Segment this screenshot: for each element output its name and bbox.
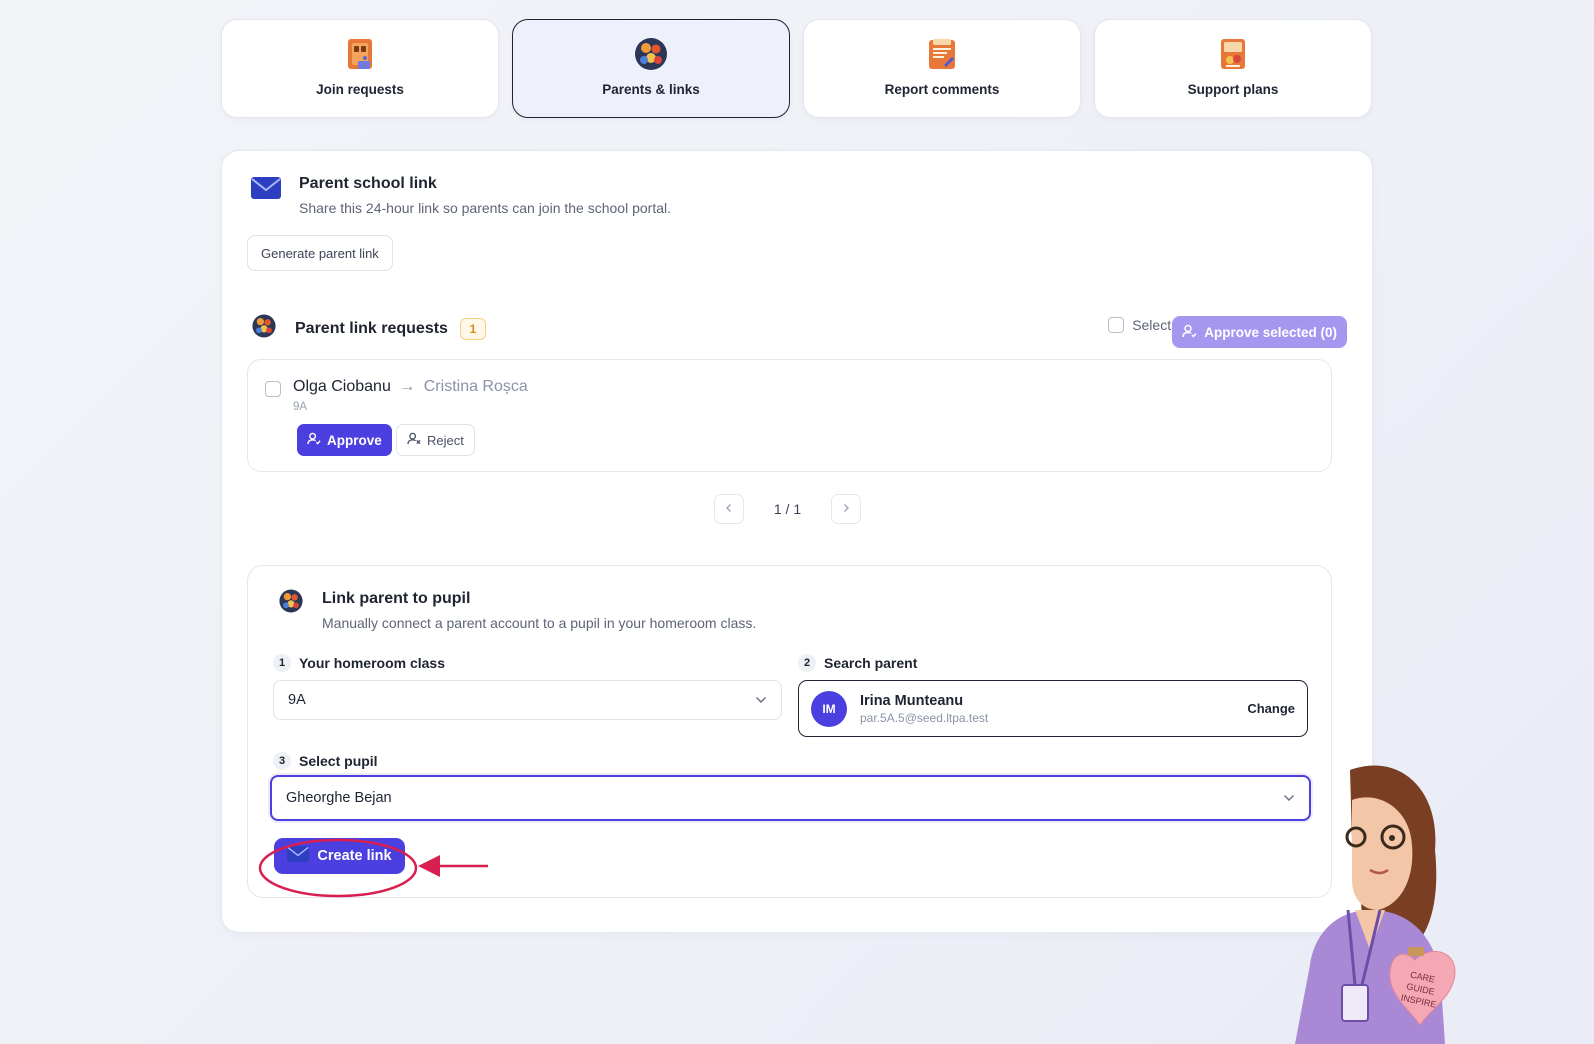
tab-parents-links[interactable]: Parents & links	[512, 19, 790, 118]
family-icon	[251, 313, 277, 344]
approve-selected-button[interactable]: Approve selected (0)	[1172, 316, 1347, 348]
user-x-icon	[407, 432, 421, 448]
link-parent-title: Link parent to pupil	[322, 590, 471, 607]
teacher-mascot-illustration: CARE GUIDE INSPIRE	[1295, 765, 1456, 1044]
pupil-select[interactable]: Gheorghe Bejan	[270, 775, 1311, 821]
step-label-text: Your homeroom class	[299, 655, 446, 671]
select-all-checkbox[interactable]	[1108, 317, 1125, 333]
approve-selected-label: Approve selected (0)	[1204, 324, 1337, 340]
page: Join requests Parents & links Report com…	[0, 0, 1594, 1044]
tab-label: Join requests	[316, 82, 404, 97]
parent-request-item: Olga Ciobanu → Cristina Roșca 9A Approve	[247, 359, 1332, 472]
avatar: IM	[811, 690, 847, 727]
envelope-icon	[251, 177, 281, 204]
school-link-header: Parent school link Share this 24-hour li…	[251, 175, 671, 216]
link-parent-subtitle: Manually connect a parent account to a p…	[322, 615, 757, 631]
tab-label: Parents & links	[602, 82, 700, 97]
step-number: 1	[273, 654, 291, 672]
link-parent-header: Link parent to pupil Manually connect a …	[278, 588, 757, 631]
reject-button[interactable]: Reject	[396, 424, 475, 456]
chevron-left-icon	[724, 500, 734, 518]
request-class: 9A	[293, 401, 308, 413]
pagination: 1 / 1	[714, 494, 861, 524]
step3-label: 3 Select pupil	[273, 752, 378, 770]
school-link-subtitle: Share this 24-hour link so parents can j…	[299, 200, 671, 216]
generate-parent-link-button[interactable]: Generate parent link	[247, 235, 393, 271]
tab-bar: Join requests Parents & links Report com…	[221, 19, 1372, 118]
chevron-right-icon	[841, 500, 851, 518]
tab-label: Support plans	[1187, 82, 1279, 97]
parent-name: Irina Munteanu	[860, 692, 964, 709]
request-parent-name: Olga Ciobanu	[293, 378, 391, 395]
link-parent-card: Link parent to pupil Manually connect a …	[247, 565, 1332, 898]
next-page-button[interactable]	[831, 494, 861, 524]
step-label-text: Search parent	[824, 655, 918, 671]
request-pupil-name: Cristina Roșca	[423, 378, 528, 395]
tab-support-plans[interactable]: Support plans	[1094, 19, 1372, 118]
requests-title: Parent link requests	[295, 319, 448, 337]
create-link-label: Create link	[317, 848, 392, 864]
tab-label: Report comments	[884, 82, 1000, 97]
step1-label: 1 Your homeroom class	[273, 654, 445, 672]
approve-label: Approve	[327, 432, 382, 448]
tab-report-comments[interactable]: Report comments	[803, 19, 1081, 118]
step-number: 2	[798, 654, 816, 672]
selected-parent: IM Irina Munteanu par.5A.5@seed.ltpa.tes…	[798, 680, 1308, 737]
parent-info: Irina Munteanu par.5A.5@seed.ltpa.test	[860, 693, 1247, 725]
pupil-value: Gheorghe Bejan	[286, 790, 392, 806]
requests-count-badge: 1	[459, 317, 486, 340]
approve-button[interactable]: Approve	[297, 424, 392, 456]
step-label-text: Select pupil	[299, 753, 378, 769]
request-checkbox[interactable]	[265, 381, 281, 397]
report-icon	[924, 36, 960, 72]
envelope-icon	[287, 846, 310, 866]
parent-email: par.5A.5@seed.ltpa.test	[860, 710, 989, 725]
reject-label: Reject	[427, 432, 464, 448]
chevron-down-icon	[755, 692, 767, 708]
step2-label: 2 Search parent	[798, 654, 917, 672]
parents-links-panel: Parent school link Share this 24-hour li…	[221, 150, 1373, 933]
arrow-right-icon: →	[399, 378, 416, 395]
support-plan-icon	[1215, 36, 1251, 72]
door-icon	[342, 36, 378, 72]
requests-header: Parent link requests 1	[251, 313, 486, 344]
homeroom-class-select[interactable]: 9A	[273, 680, 782, 720]
user-check-icon	[1182, 324, 1197, 341]
school-link-title: Parent school link	[299, 175, 437, 192]
request-names: Olga Ciobanu → Cristina Roșca	[293, 378, 528, 396]
family-icon	[633, 36, 669, 72]
step-number: 3	[273, 752, 291, 770]
create-link-button[interactable]: Create link	[274, 838, 405, 874]
homeroom-class-value: 9A	[288, 692, 306, 708]
family-icon	[278, 588, 304, 619]
change-parent-button[interactable]: Change	[1247, 701, 1295, 716]
prev-page-button[interactable]	[714, 494, 744, 524]
page-indicator: 1 / 1	[773, 501, 802, 517]
user-check-icon	[307, 432, 321, 448]
tab-join-requests[interactable]: Join requests	[221, 19, 499, 118]
